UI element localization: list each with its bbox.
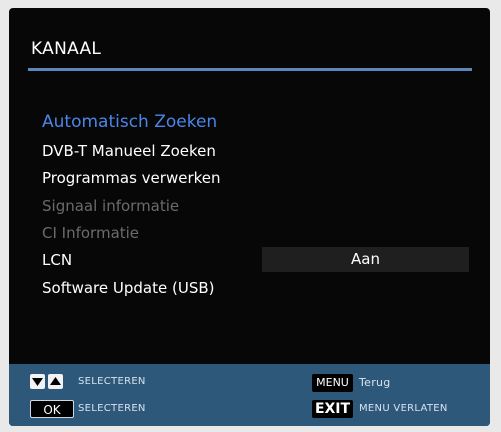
menu-item-ci-informatie: CI Informatie bbox=[42, 224, 140, 242]
menu-item-dvbt-manueel-zoeken[interactable]: DVB-T Manueel Zoeken bbox=[42, 142, 216, 160]
ok-key: OK bbox=[30, 400, 74, 418]
exit-hint-label: MENU VERLATEN bbox=[359, 403, 448, 414]
menu-item-signaal-informatie: Signaal informatie bbox=[42, 197, 180, 215]
arrow-up-icon bbox=[48, 374, 63, 389]
key-hint-bar: SELECTEREN OK SELECTEREN MENU Terug EXIT… bbox=[9, 364, 490, 426]
title-divider bbox=[28, 68, 472, 71]
ok-hint-label: SELECTEREN bbox=[78, 403, 146, 414]
exit-key: EXIT bbox=[312, 400, 353, 418]
arrow-down-icon bbox=[30, 374, 45, 389]
menu-hint-label: Terug bbox=[359, 376, 391, 389]
menu-key: MENU bbox=[312, 374, 353, 392]
menu-item-software-update[interactable]: Software Update (USB) bbox=[42, 279, 214, 297]
nav-hint-label: SELECTEREN bbox=[78, 376, 146, 387]
menu-item-programmas-verwerken[interactable]: Programmas verwerken bbox=[42, 169, 221, 187]
menu-item-lcn[interactable]: LCN bbox=[42, 251, 72, 269]
lcn-value-field[interactable]: Aan bbox=[262, 247, 469, 272]
channel-menu-panel: KANAAL Automatisch Zoeken DVB-T Manueel … bbox=[9, 8, 490, 426]
menu-title: KANAAL bbox=[31, 39, 102, 59]
menu-item-automatisch-zoeken[interactable]: Automatisch Zoeken bbox=[42, 112, 217, 132]
